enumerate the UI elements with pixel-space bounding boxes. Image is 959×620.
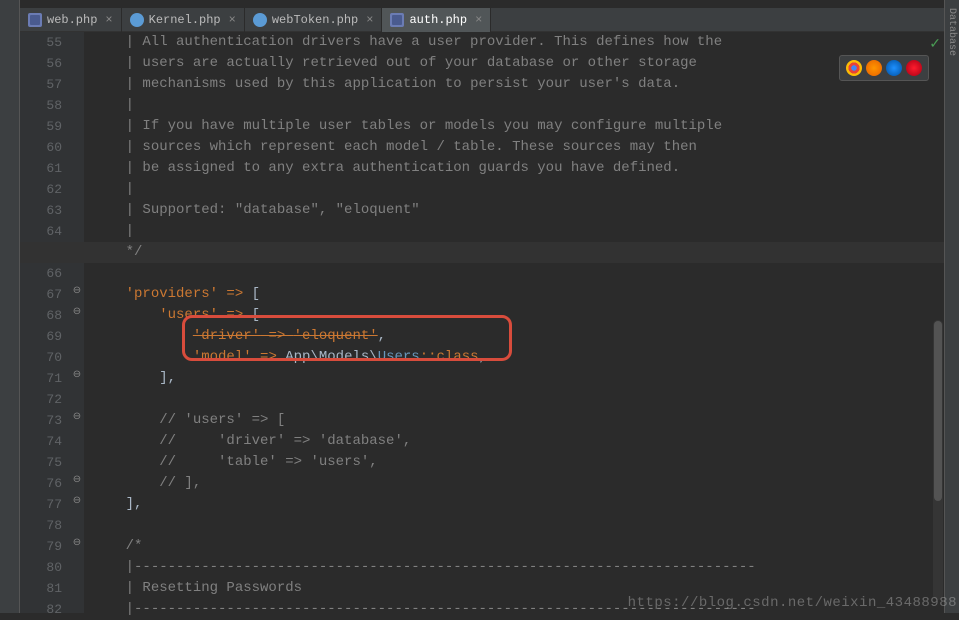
tab-auth-php[interactable]: auth.php × [382,8,491,32]
php-file-icon [28,13,42,27]
opera-icon[interactable] [906,60,922,76]
inspection-checkmark-icon[interactable]: ✓ [929,36,941,53]
fold-icon[interactable]: ⊖ [72,308,82,318]
php-file-icon [390,13,404,27]
close-icon[interactable]: × [229,13,236,27]
code-editor[interactable]: 55 56 57 58 59 60 61 62 63 64 65 66 67 6… [20,32,944,613]
fold-icon[interactable]: ⊖ [72,287,82,297]
line-number-gutter: 55 56 57 58 59 60 61 62 63 64 65 66 67 6… [20,32,70,613]
fold-icon[interactable]: ⊖ [72,539,82,549]
class-file-icon [130,13,144,27]
tab-webtoken-php[interactable]: webToken.php × [245,8,383,32]
left-tool-gutter[interactable] [0,0,20,613]
database-tool-label[interactable]: Database [945,0,957,56]
close-icon[interactable]: × [105,13,112,27]
scrollbar-thumb[interactable] [934,321,942,501]
vertical-scrollbar[interactable] [933,320,943,600]
close-icon[interactable]: × [475,13,482,27]
class-file-icon [253,13,267,27]
tab-kernel-php[interactable]: Kernel.php × [122,8,245,32]
firefox-icon[interactable] [866,60,882,76]
tab-web-php[interactable]: web.php × [20,8,122,32]
fold-icon[interactable]: ⊖ [72,413,82,423]
tab-label: Kernel.php [149,13,221,27]
chrome-icon[interactable] [846,60,862,76]
browser-preview-toolbar [839,55,929,81]
safari-icon[interactable] [886,60,902,76]
code-content[interactable]: | All authentication drivers have a user… [84,32,944,613]
tab-label: auth.php [409,13,467,27]
fold-icon[interactable]: ⊖ [72,476,82,486]
tab-label: webToken.php [272,13,358,27]
watermark-text: https://blog.csdn.net/weixin_43488988 [628,595,957,611]
fold-gutter[interactable]: ⊖ ⊖ ⊖ ⊖ ⊖ ⊖ ⊖ ⊖ [70,32,84,613]
close-icon[interactable]: × [366,13,373,27]
fold-icon[interactable]: ⊖ [72,497,82,507]
right-tool-sidebar[interactable]: Database [944,0,959,613]
editor-tab-bar: web.php × Kernel.php × webToken.php × au… [20,8,944,32]
tab-label: web.php [47,13,97,27]
fold-icon[interactable]: ⊖ [72,371,82,381]
